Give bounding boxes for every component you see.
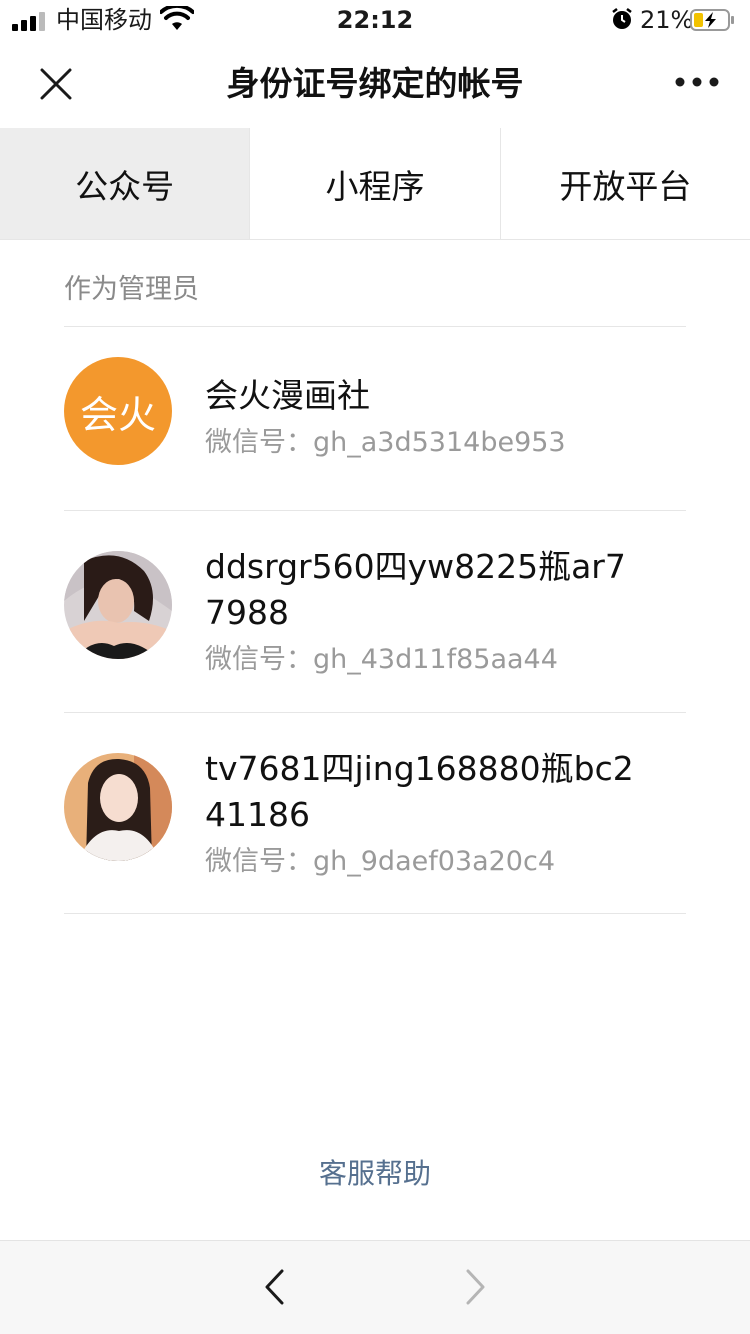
status-bar: 中国移动 22:12 21% <box>0 0 750 40</box>
alarm-icon <box>612 8 632 29</box>
tab-mini-programs[interactable]: 小程序 <box>250 128 501 239</box>
account-name: ddsrgr560四yw8225瓶ar77988 <box>205 547 626 632</box>
divider <box>64 913 686 914</box>
wechat-id: 微信号：gh_a3d5314be953 <box>205 427 566 458</box>
forward-icon <box>466 1269 485 1305</box>
account-item[interactable]: ddsrgr560四yw8225瓶ar77988 微信号：gh_43d11f85… <box>64 511 686 712</box>
clock: 22:12 <box>336 6 414 34</box>
profile-photo <box>64 753 172 861</box>
forward-button[interactable] <box>452 1255 500 1319</box>
account-name: 会火漫画社 <box>205 376 370 415</box>
avatar <box>64 551 172 659</box>
battery-percent: 21% <box>640 6 694 34</box>
account-item[interactable]: 会火 会火漫画社 微信号：gh_a3d5314be953 <box>64 327 686 510</box>
battery-charging-icon <box>690 9 734 31</box>
section-label: 作为管理员 <box>64 274 199 305</box>
back-icon <box>265 1269 284 1305</box>
more-button[interactable] <box>662 52 732 116</box>
tab-open-platform[interactable]: 开放平台 <box>500 128 750 239</box>
close-icon <box>40 68 72 100</box>
back-button[interactable] <box>250 1255 298 1319</box>
avatar-text: 会火 <box>79 392 156 437</box>
screen: 中国移动 22:12 21% 身份证号绑定的帐号 公众号 小程序 开放平台 作为… <box>0 0 750 1334</box>
avatar <box>64 753 172 861</box>
bottom-toolbar <box>0 1240 750 1334</box>
account-name: tv7681四jing168880瓶bc241186 <box>205 749 634 834</box>
avatar: 会火 <box>64 357 172 465</box>
tab-bar: 公众号 小程序 开放平台 <box>0 128 750 240</box>
page-title: 身份证号绑定的帐号 <box>226 64 524 103</box>
customer-service-link[interactable]: 客服帮助 <box>0 1156 750 1192</box>
profile-photo <box>64 551 172 659</box>
close-button[interactable] <box>24 52 88 116</box>
more-icon <box>675 77 719 87</box>
navigation-bar: 身份证号绑定的帐号 <box>0 40 750 128</box>
account-item[interactable]: tv7681四jing168880瓶bc241186 微信号：gh_9daef0… <box>64 713 686 914</box>
tab-official-accounts[interactable]: 公众号 <box>0 128 251 239</box>
wechat-id: 微信号：gh_43d11f85aa44 <box>205 644 558 675</box>
wechat-id: 微信号：gh_9daef03a20c4 <box>205 846 556 877</box>
